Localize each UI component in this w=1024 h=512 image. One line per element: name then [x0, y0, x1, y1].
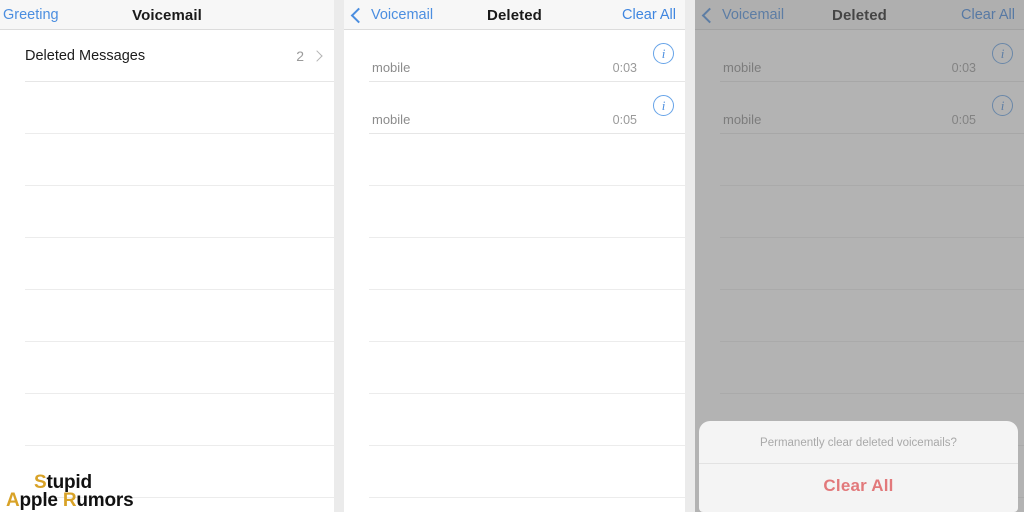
empty-row	[695, 134, 1024, 186]
info-circle-icon[interactable]: i	[992, 95, 1013, 116]
voicemail-row[interactable]: mobile 0:05 i	[695, 82, 1024, 134]
page-title-voicemail: Voicemail	[132, 6, 202, 24]
info-circle-icon[interactable]: i	[653, 43, 674, 64]
empty-row	[0, 238, 334, 290]
voicemail-caller: mobile	[372, 60, 411, 75]
empty-row	[695, 238, 1024, 290]
panel-gutter-2	[685, 0, 695, 512]
empty-row	[344, 134, 685, 186]
clear-all-button[interactable]: Clear All	[961, 0, 1015, 30]
empty-row	[344, 238, 685, 290]
voicemail-row[interactable]: mobile 0:05 i	[344, 82, 685, 134]
voicemail-caller: mobile	[372, 112, 411, 127]
empty-row	[695, 342, 1024, 394]
deleted-messages-count: 2	[296, 48, 304, 64]
voicemail-caller: mobile	[723, 112, 762, 127]
alert-clear-all-button[interactable]: Clear All	[699, 464, 1018, 512]
voicemail-row[interactable]: mobile 0:03 i	[695, 30, 1024, 82]
empty-row	[344, 290, 685, 342]
chevron-right-icon	[311, 50, 323, 62]
list-item-label: Deleted Messages	[25, 48, 146, 64]
voicemail-duration: 0:03	[951, 61, 976, 75]
empty-row	[0, 82, 334, 134]
empty-row	[0, 394, 334, 446]
empty-row	[0, 290, 334, 342]
navbar-left: Greeting Voicemail	[0, 0, 334, 30]
panel-gutter-1	[334, 0, 344, 512]
list-item-accessory: 2	[296, 30, 323, 82]
navbar-right: Voicemail Deleted Clear All	[695, 0, 1024, 30]
list-left: Deleted Messages 2	[0, 30, 334, 512]
empty-row	[344, 394, 685, 446]
voicemail-row[interactable]: mobile 0:03 i	[344, 30, 685, 82]
empty-row	[695, 186, 1024, 238]
alert-message: Permanently clear deleted voicemails?	[699, 421, 1018, 464]
screenshot-root: Greeting Voicemail Deleted Messages 2 St…	[0, 0, 1024, 512]
watermark-line-2: Apple Rumors	[6, 490, 134, 512]
empty-row	[695, 290, 1024, 342]
voicemail-duration: 0:05	[951, 113, 976, 127]
empty-row	[344, 446, 685, 498]
voicemail-duration: 0:03	[612, 61, 637, 75]
clear-all-label: Clear All	[961, 7, 1015, 23]
empty-row	[344, 186, 685, 238]
empty-row	[344, 342, 685, 394]
info-circle-icon[interactable]: i	[992, 43, 1013, 64]
navbar-middle: Voicemail Deleted Clear All	[344, 0, 685, 30]
voicemail-caller: mobile	[723, 60, 762, 75]
clear-all-button[interactable]: Clear All	[622, 0, 676, 30]
clear-all-label: Clear All	[622, 7, 676, 23]
empty-row	[0, 342, 334, 394]
panel-deleted-list-with-alert: Voicemail Deleted Clear All mobile 0:03 …	[695, 0, 1024, 512]
panel-deleted-list: Voicemail Deleted Clear All mobile 0:03 …	[344, 0, 685, 512]
voicemail-duration: 0:05	[612, 113, 637, 127]
clear-all-confirm-alert: Permanently clear deleted voicemails? Cl…	[699, 421, 1018, 512]
watermark-logo: Stupid Apple Rumors	[6, 473, 134, 512]
list-middle: mobile 0:03 i mobile 0:05 i	[344, 30, 685, 512]
panel-voicemail-list: Greeting Voicemail Deleted Messages 2 St…	[0, 0, 334, 512]
empty-row	[0, 134, 334, 186]
empty-row	[0, 186, 334, 238]
info-circle-icon[interactable]: i	[653, 95, 674, 116]
list-item-deleted-messages[interactable]: Deleted Messages 2	[0, 30, 334, 82]
